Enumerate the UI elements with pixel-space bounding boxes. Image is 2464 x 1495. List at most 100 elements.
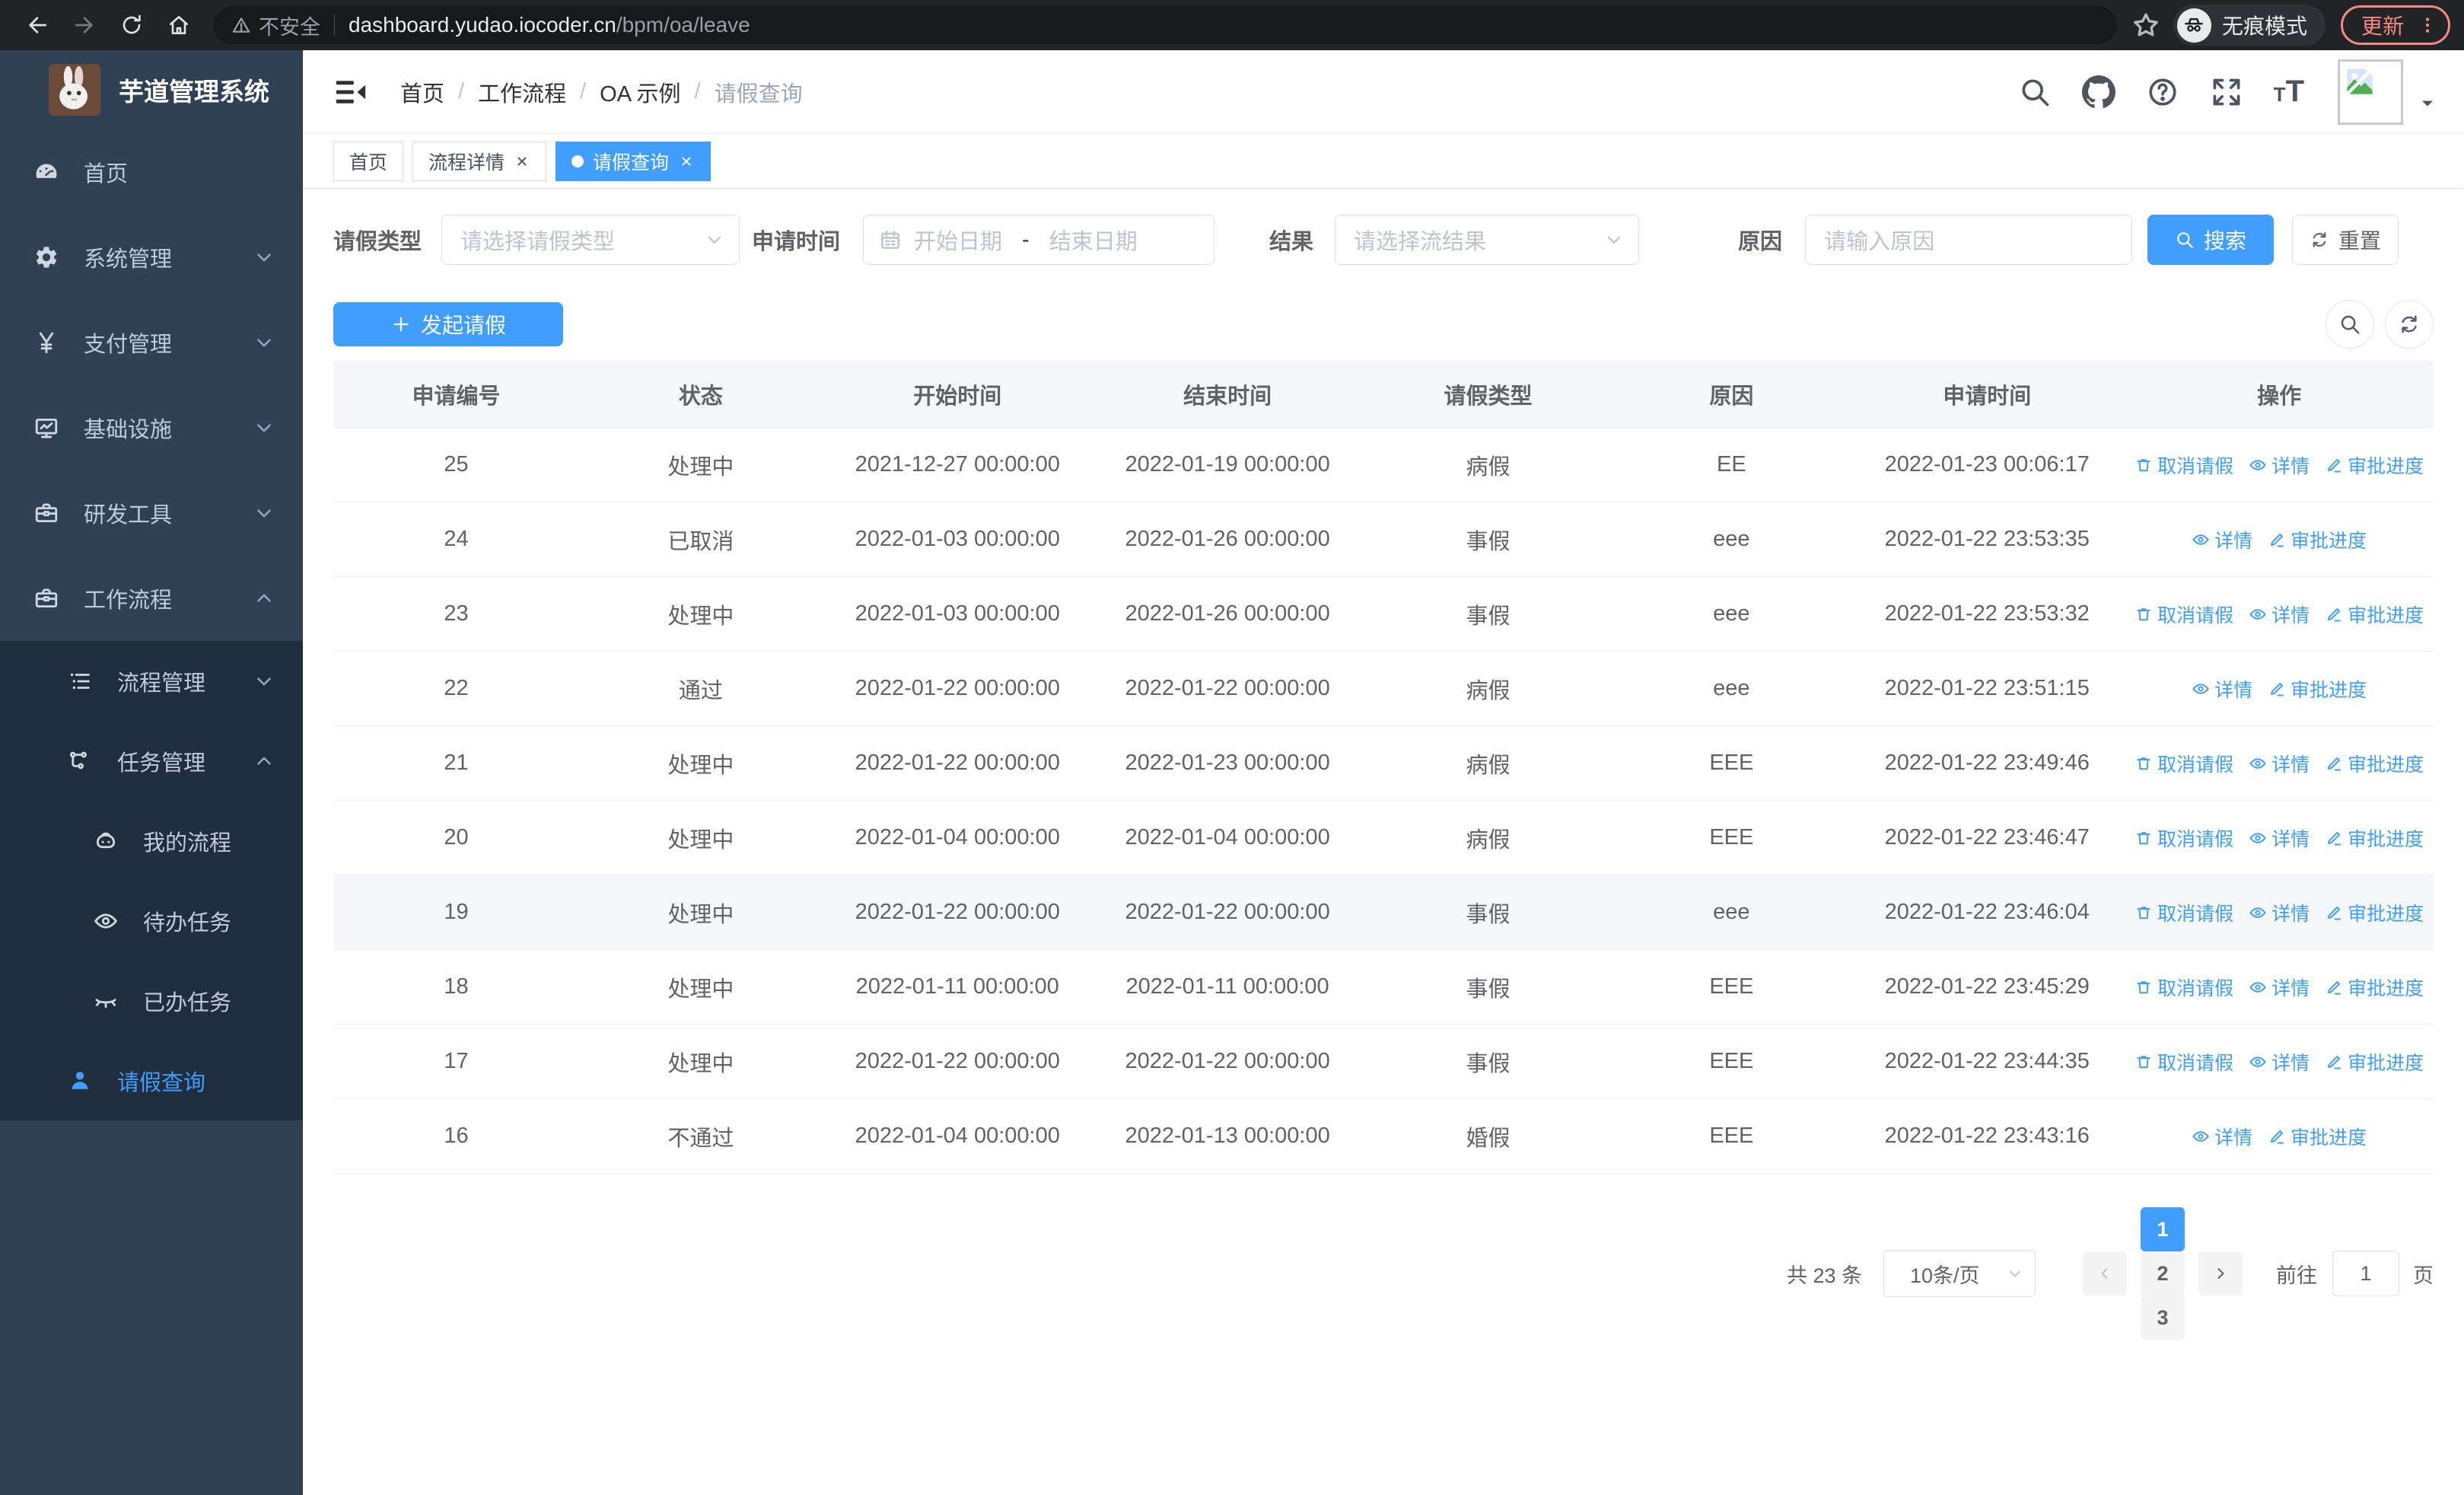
font-size-icon[interactable]: TT [2274,75,2304,109]
action-detail-link[interactable]: 详情 [2192,526,2252,553]
action-detail-link[interactable]: 详情 [2249,451,2310,479]
help-icon[interactable] [2146,75,2179,109]
result-select[interactable]: 请选择流结果 [1335,215,1640,265]
sidebar-item-流程管理[interactable]: 流程管理 [0,641,303,721]
page-size-value: 10条/页 [1910,1264,1980,1287]
cell: 16 [444,1124,469,1148]
yen-icon [33,330,59,355]
result-placeholder: 请选择流结果 [1354,230,1487,254]
bookmark-star-icon[interactable] [2131,10,2161,40]
toggle-search-button[interactable] [2326,300,2374,349]
action-cancel-link[interactable]: 取消请假 [2135,824,2233,852]
action-progress-link[interactable]: 审批进度 [2325,1048,2424,1076]
cell-actions: 详情 审批进度 [2125,502,2434,576]
address-bar[interactable]: 不安全 dashboard.yudao.iocoder.cn/bpm/oa/le… [213,6,2117,44]
cell: 病假 [1466,678,1511,703]
cell: EE [1717,452,1746,477]
action-label: 详情 [2271,828,2310,850]
sidebar-item-支付管理[interactable]: 支付管理 [0,300,303,385]
tab-close-icon[interactable] [514,153,530,170]
page-content: 请假类型 请选择请假类型 申请时间 开始日期 - 结束日期 结果 请选择流结果 [303,189,2464,1495]
sidebar-item-待办任务[interactable]: 待办任务 [0,881,303,961]
leave-type-placeholder: 请选择请假类型 [460,230,616,254]
sidebar-item-已办任务[interactable]: 已办任务 [0,961,303,1041]
action-detail-link[interactable]: 详情 [2249,1048,2310,1076]
browser-reload-button[interactable] [114,8,149,43]
sidebar-item-我的流程[interactable]: 我的流程 [0,801,303,881]
action-progress-link[interactable]: 审批进度 [2325,750,2424,777]
breadcrumb-item[interactable]: OA 示例 [600,76,680,108]
breadcrumb-item[interactable]: 首页 [400,76,444,108]
user-avatar[interactable] [2338,59,2403,125]
action-cancel-link[interactable]: 取消请假 [2135,601,2233,628]
cell: 2022-01-22 23:44:35 [1884,1049,2090,1073]
breadcrumb-item[interactable]: 工作流程 [478,76,566,108]
browser-update-button[interactable]: 更新 [2340,5,2450,45]
action-cancel-link[interactable]: 取消请假 [2135,750,2233,777]
page-button-2[interactable]: 2 [2141,1251,2185,1296]
search-button-label: 搜索 [2204,229,2247,253]
leave-type-select[interactable]: 请选择请假类型 [441,215,740,265]
create-leave-button[interactable]: 发起请假 [333,302,563,346]
tab-请假查询[interactable]: 请假查询 [556,141,712,181]
action-progress-link[interactable]: 审批进度 [2268,526,2367,553]
action-detail-link[interactable]: 详情 [2192,1123,2252,1150]
github-icon[interactable] [2081,75,2115,109]
action-detail-link[interactable]: 详情 [2249,750,2310,777]
tags-view-bar: 首页 流程详情 请假查询 [303,134,2464,189]
action-cancel-link[interactable]: 取消请假 [2135,974,2233,1001]
browser-menu-icon[interactable] [2418,15,2437,35]
search-button[interactable]: 搜索 [2147,215,2275,265]
cell: 2022-01-13 00:00:00 [1125,1124,1330,1148]
tab-首页[interactable]: 首页 [333,141,404,181]
action-cancel-link[interactable]: 取消请假 [2135,1048,2233,1076]
sidebar-item-基础设施[interactable]: 基础设施 [0,385,303,470]
reset-button[interactable]: 重置 [2292,215,2399,265]
action-detail-link[interactable]: 详情 [2192,675,2252,703]
header-search-icon[interactable] [2018,75,2052,109]
action-progress-link[interactable]: 审批进度 [2325,824,2424,852]
cell: 2022-01-22 23:43:16 [1884,1124,2090,1148]
action-progress-link[interactable]: 审批进度 [2268,1123,2367,1150]
sidebar-item-首页[interactable]: 首页 [0,129,303,215]
action-detail-link[interactable]: 详情 [2249,974,2310,1001]
action-progress-link[interactable]: 审批进度 [2325,974,2424,1001]
sidebar-menu: 首页 系统管理 支付管理 基础设施 研发工具 工作流程 流程管理 任务管理 我的流程 待办任务 已办… [0,129,303,1495]
tab-流程详情[interactable]: 流程详情 [412,141,547,181]
browser-forward-button[interactable] [67,8,102,43]
sidebar-item-请假查询[interactable]: 请假查询 [0,1041,303,1120]
goto-page-input[interactable] [2332,1251,2399,1296]
action-progress-link[interactable]: 审批进度 [2268,675,2367,703]
browser-back-button[interactable] [20,8,55,43]
sidebar-item-任务管理[interactable]: 任务管理 [0,721,303,801]
sidebar-fold-button[interactable] [333,75,368,110]
next-page-button[interactable] [2198,1251,2243,1296]
page-button-3[interactable]: 3 [2141,1296,2185,1340]
sidebar-item-系统管理[interactable]: 系统管理 [0,215,303,300]
trash-icon [2135,904,2153,922]
browser-home-button[interactable] [161,8,196,43]
user-menu-caret-icon[interactable] [2418,94,2437,113]
reason-input[interactable]: 请输入原因 [1805,215,2133,265]
action-cancel-link[interactable]: 取消请假 [2135,899,2233,926]
cell: eee [1713,527,1750,551]
action-progress-link[interactable]: 审批进度 [2325,601,2424,628]
fullscreen-icon[interactable] [2210,75,2243,109]
action-progress-link[interactable]: 审批进度 [2325,451,2424,479]
action-cancel-link[interactable]: 取消请假 [2135,451,2233,479]
home-icon [167,13,191,37]
tab-close-icon[interactable] [678,153,695,170]
action-progress-link[interactable]: 审批进度 [2325,899,2424,926]
sidebar-item-研发工具[interactable]: 研发工具 [0,470,303,556]
cell: 2022-01-22 23:45:29 [1884,974,2090,999]
apply-time-range-picker[interactable]: 开始日期 - 结束日期 [863,215,1215,265]
page-button-1[interactable]: 1 [2141,1207,2185,1251]
cell: EEE [1709,751,1754,775]
refresh-table-button[interactable] [2385,300,2434,349]
action-detail-link[interactable]: 详情 [2249,899,2310,926]
prev-page-button[interactable] [2083,1251,2127,1296]
sidebar-item-工作流程[interactable]: 工作流程 [0,556,303,641]
action-detail-link[interactable]: 详情 [2249,601,2310,628]
page-size-select[interactable]: 10条/页 [1883,1250,2036,1297]
action-detail-link[interactable]: 详情 [2249,824,2310,852]
